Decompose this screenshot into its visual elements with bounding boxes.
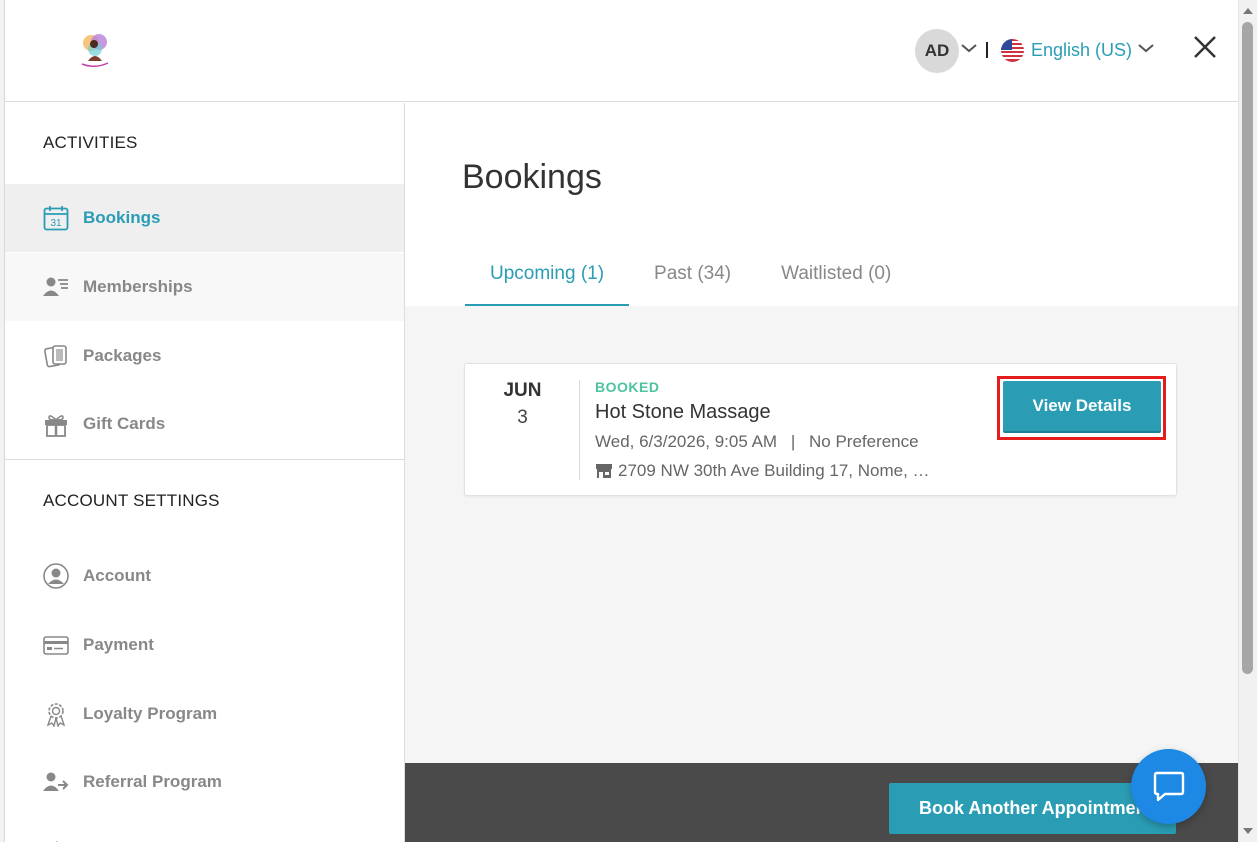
main-content: Bookings Upcoming (1) Past (34) Waitlist… <box>405 103 1238 842</box>
credit-card-icon <box>43 632 69 658</box>
sidebar-item-account[interactable]: Account <box>5 542 404 610</box>
membership-icon <box>43 274 69 300</box>
scroll-up-arrow[interactable] <box>1243 8 1253 14</box>
booking-datetime: Wed, 6/3/2026, 9:05 AM <box>595 432 778 451</box>
truncated-nav-icon <box>50 834 64 842</box>
card-divider <box>579 380 580 480</box>
sidebar-item-label: Memberships <box>83 277 193 296</box>
svg-text:31: 31 <box>50 218 62 229</box>
sidebar-item-label: Referral Program <box>83 772 222 791</box>
us-flag-icon <box>1001 39 1024 62</box>
booking-datetime-line: Wed, 6/3/2026, 9:05 AM | No Preference <box>595 432 919 452</box>
tab-waitlisted[interactable]: Waitlisted (0) <box>756 251 916 307</box>
scrollbar[interactable] <box>1238 0 1257 842</box>
booking-address: 2709 NW 30th Ave Building 17, Nome, … <box>618 461 930 480</box>
tab-upcoming[interactable]: Upcoming (1) <box>465 251 630 307</box>
service-name: Hot Stone Massage <box>595 401 771 423</box>
status-badge: BOOKED <box>595 379 660 395</box>
calendar-icon: 31 <box>43 205 69 231</box>
award-icon <box>43 701 69 727</box>
sidebar-item-label: Gift Cards <box>83 414 166 433</box>
sidebar-item-label: Packages <box>83 346 162 365</box>
sidebar-item-label: Loyalty Program <box>83 704 218 723</box>
brand-logo[interactable] <box>77 31 113 71</box>
sidebar-item-gift-cards[interactable]: Gift Cards <box>5 390 404 458</box>
booking-card[interactable]: JUN 3 BOOKED Hot Stone Massage Wed, 6/3/… <box>464 363 1177 496</box>
header-separator <box>986 42 988 58</box>
sidebar-divider <box>5 459 404 460</box>
sidebar-item-loyalty-program[interactable]: Loyalty Program <box>5 680 404 748</box>
scroll-down-arrow[interactable] <box>1243 828 1253 834</box>
booking-location: 2709 NW 30th Ave Building 17, Nome, … <box>595 461 930 481</box>
store-icon <box>596 464 612 478</box>
booking-month: JUN <box>503 380 542 401</box>
booking-day: 3 <box>517 407 528 428</box>
language-selector[interactable]: English (US) <box>1031 40 1132 61</box>
account-settings-section-title: ACCOUNT SETTINGS <box>43 491 220 510</box>
page-title: Bookings <box>462 158 602 196</box>
sidebar-item-referral-program[interactable]: Referral Program <box>5 748 404 816</box>
avatar[interactable]: AD <box>915 29 959 73</box>
sidebar-item-label: Payment <box>83 635 154 654</box>
sidebar-item-payment[interactable]: Payment <box>5 611 404 679</box>
scroll-thumb[interactable] <box>1242 22 1253 674</box>
activities-section-title: ACTIVITIES <box>43 133 138 152</box>
tab-past[interactable]: Past (34) <box>629 251 756 307</box>
chat-button[interactable] <box>1131 749 1206 824</box>
datetime-separator: | <box>790 432 796 451</box>
sidebar-item-label: Account <box>83 566 151 585</box>
chat-bubble-icon <box>1153 771 1184 801</box>
packages-icon <box>43 343 69 369</box>
header: AD English (US) <box>5 0 1238 102</box>
booking-tabs: Upcoming (1) Past (34) Waitlisted (0) <box>465 251 916 307</box>
chevron-down-icon[interactable] <box>1137 42 1155 54</box>
booking-staff: No Preference <box>808 432 919 451</box>
view-details-button[interactable]: View Details <box>1003 381 1161 431</box>
sidebar-item-bookings[interactable]: 31 Bookings <box>5 184 404 252</box>
sidebar-item-packages[interactable]: Packages <box>5 322 404 390</box>
user-circle-icon <box>43 563 69 589</box>
sidebar: ACTIVITIES 31 Bookings Memberships Packa… <box>5 103 405 842</box>
sidebar-item-memberships[interactable]: Memberships <box>5 253 404 321</box>
chevron-down-icon[interactable] <box>960 42 978 54</box>
footer-bar: Book Another Appointment <box>405 763 1238 842</box>
gift-icon <box>43 411 69 437</box>
referral-icon <box>43 769 69 795</box>
close-icon[interactable] <box>1191 33 1219 61</box>
sidebar-item-label: Bookings <box>83 208 161 227</box>
